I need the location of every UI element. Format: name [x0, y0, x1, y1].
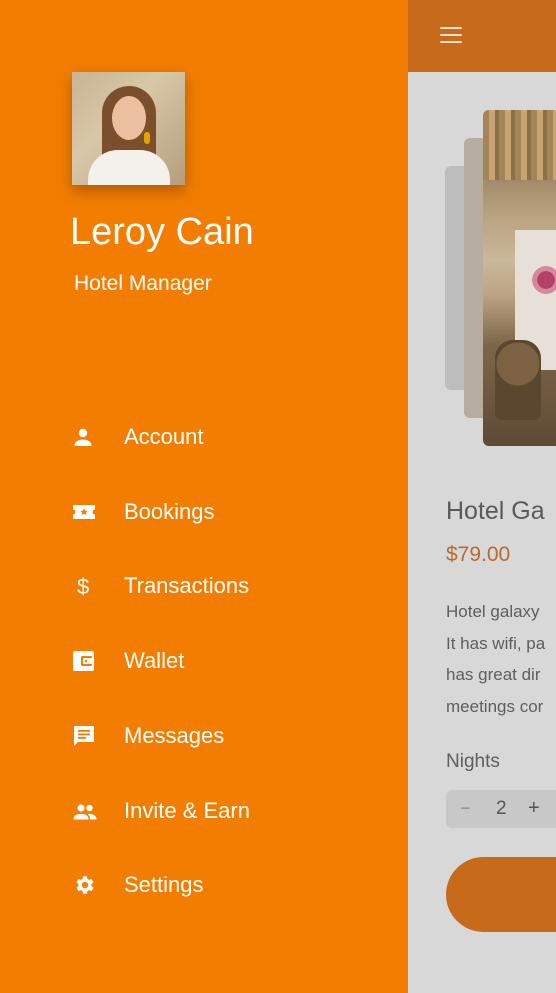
navigation-drawer: Leroy Cain Hotel Manager Account Booking… — [0, 0, 408, 993]
menu-item-wallet[interactable]: Wallet — [0, 631, 408, 691]
description-line: meetings cor — [446, 696, 544, 716]
nights-value: 2 — [496, 798, 507, 819]
wallet-icon — [72, 649, 96, 673]
menu-item-transactions[interactable]: $ Transactions — [0, 556, 408, 616]
menu-item-label: Settings — [124, 872, 204, 897]
increment-button[interactable]: + — [528, 797, 540, 820]
people-icon — [72, 799, 97, 823]
menu-item-label: Messages — [124, 723, 225, 748]
menu-item-label: Wallet — [124, 648, 185, 673]
menu-item-account[interactable]: Account — [0, 407, 408, 467]
description-line: Hotel galaxy — [446, 602, 540, 621]
menu-item-label: Account — [124, 424, 204, 449]
profile-name: Leroy Cain — [70, 211, 254, 253]
description-line: It has wifi, pa — [446, 633, 546, 653]
svg-text:$: $ — [77, 574, 89, 598]
profile-role: Hotel Manager — [74, 272, 212, 295]
hotel-detail-screen: Hotel Ga $79.00 Hotel galaxy It has wifi… — [408, 0, 556, 993]
menu-item-invite[interactable]: Invite & Earn — [0, 781, 408, 841]
gear-icon — [72, 873, 96, 897]
description-line: has great dir — [446, 665, 541, 684]
menu-item-label: Bookings — [124, 499, 215, 524]
hotel-price: $79.00 — [446, 543, 511, 566]
nights-label: Nights — [446, 751, 500, 772]
top-app-bar — [408, 0, 556, 72]
menu-item-settings[interactable]: Settings — [0, 855, 408, 915]
hotel-description: Hotel galaxy It has wifi, pa has great d… — [446, 596, 556, 722]
decrement-button[interactable]: − — [460, 798, 471, 819]
hotel-title: Hotel Ga — [446, 497, 545, 525]
menu-item-bookings[interactable]: Bookings — [0, 482, 408, 542]
hamburger-icon[interactable] — [440, 26, 464, 44]
nights-stepper: − 2 + — [446, 790, 556, 828]
hotel-photo[interactable] — [483, 110, 556, 446]
menu-item-label: Invite & Earn — [124, 798, 250, 823]
book-button[interactable] — [446, 857, 556, 932]
message-icon — [72, 724, 96, 748]
menu-item-label: Transactions — [124, 573, 250, 598]
dollar-icon: $ — [72, 574, 96, 598]
avatar[interactable] — [72, 72, 185, 185]
person-icon — [72, 425, 96, 449]
ticket-icon — [72, 500, 96, 524]
menu-item-messages[interactable]: Messages — [0, 706, 408, 766]
